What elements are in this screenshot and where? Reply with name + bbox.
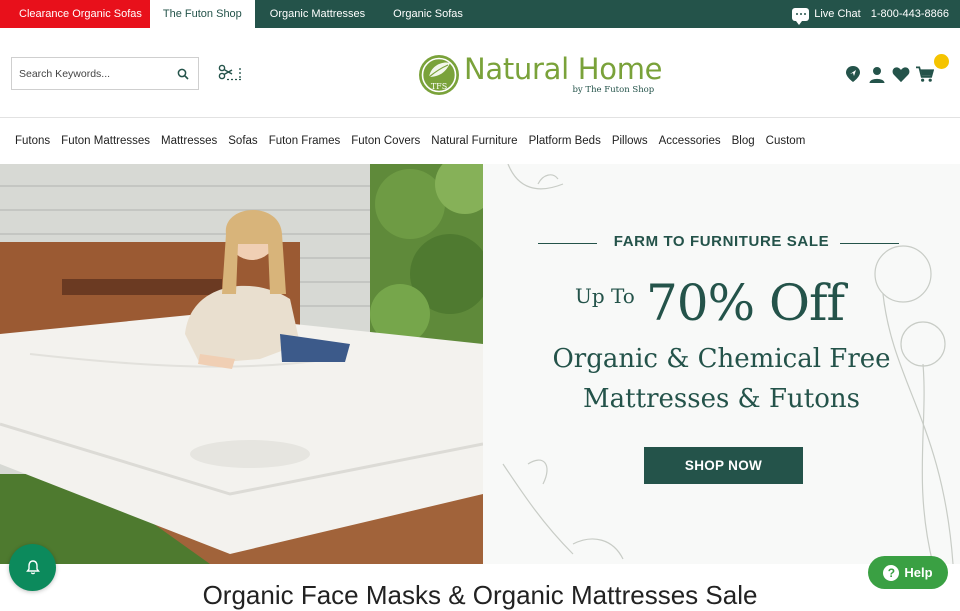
nav-item-accessories[interactable]: Accessories [659,135,721,147]
help-button[interactable]: ? Help [868,556,948,589]
cart-count-badge [934,54,949,69]
tab-label: Organic Mattresses [269,8,366,20]
nav-item-futon-frames[interactable]: Futon Frames [269,135,341,147]
help-label: Help [904,565,933,580]
nav-item-custom[interactable]: Custom [766,135,806,147]
nav-item-futon-covers[interactable]: Futon Covers [351,135,420,147]
tab-label: Clearance Organic Sofas [19,8,142,20]
logo-title: Natural Home [464,52,663,86]
search-button[interactable] [168,58,198,89]
promo-discount: 70% Off [646,274,845,332]
section-title: Organic Face Masks & Organic Mattresses … [202,580,758,610]
help-icon: ? [883,564,900,581]
tab-organic-sofas[interactable]: Organic Sofas [378,0,476,28]
nav-item-mattresses[interactable]: Mattresses [161,135,217,147]
promo-panel: FARM TO FURNITURE SALE Up To 70% Off Org… [483,164,960,564]
hero-photo [0,164,483,564]
promo-kicker: FARM TO FURNITURE SALE [613,233,830,250]
tab-label: Organic Sofas [393,8,463,20]
nav-item-futons[interactable]: Futons [15,135,50,147]
scissors-icon[interactable] [218,64,242,82]
chat-icon [792,7,810,25]
nav-item-sofas[interactable]: Sofas [228,135,257,147]
account-icon[interactable] [868,65,886,83]
live-chat-label: Live Chat [814,8,861,20]
search-icon [177,68,189,80]
heart-icon[interactable] [892,65,910,83]
logo-leaf-icon: TFS [419,55,459,95]
shop-now-button[interactable]: SHOP NOW [644,447,803,484]
live-chat-link[interactable]: Live Chat [792,7,861,25]
bell-icon [25,560,40,575]
nav-item-blog[interactable]: Blog [732,135,755,147]
main-nav: Futons Futon Mattresses Mattresses Sofas… [0,118,960,164]
logo-mark-text: TFS [431,82,447,91]
nav-item-platform-beds[interactable]: Platform Beds [529,135,601,147]
tab-label: The Futon Shop [162,8,242,20]
nav-item-natural-furniture[interactable]: Natural Furniture [431,135,517,147]
site-logo[interactable]: TFS Natural Home by The Futon Shop [417,50,677,100]
tab-the-futon-shop[interactable]: The Futon Shop [149,0,255,28]
nav-item-futon-mattresses[interactable]: Futon Mattresses [61,135,150,147]
location-icon[interactable] [844,65,862,83]
search-box [11,57,199,90]
tab-clearance-organic-sofas[interactable]: Clearance Organic Sofas [0,0,150,28]
nav-item-pillows[interactable]: Pillows [612,135,648,147]
tab-organic-mattresses[interactable]: Organic Mattresses [255,0,378,28]
search-input[interactable] [12,58,168,89]
promo-line-2: Mattresses & Futons [583,384,860,414]
notification-bell-button[interactable] [9,544,56,591]
site-header: TFS Natural Home by The Futon Shop [0,28,960,118]
top-bar: Clearance Organic Sofas The Futon Shop O… [0,0,960,28]
hero-banner[interactable]: FARM TO FURNITURE SALE Up To 70% Off Org… [0,164,960,564]
phone-number[interactable]: 1-800-443-8866 [871,8,949,20]
promo-upto: Up To [575,284,635,308]
cart-icon[interactable] [916,65,934,83]
promo-line-1: Organic & Chemical Free [552,344,891,374]
logo-subtitle: by The Futon Shop [572,85,655,95]
